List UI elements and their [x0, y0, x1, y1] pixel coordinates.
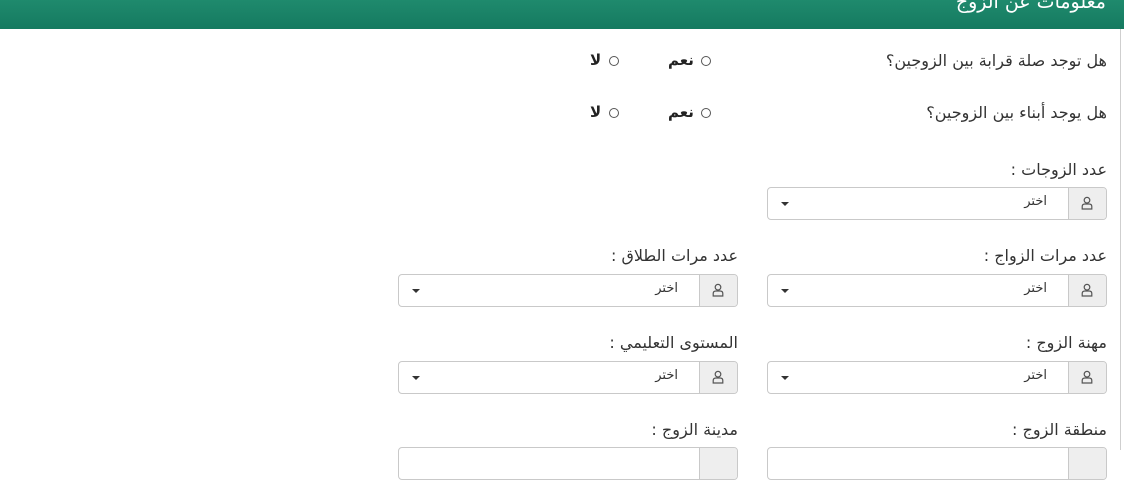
kinship-no-label[interactable]: لا [590, 51, 601, 69]
divorces-count-select[interactable]: اختر [398, 274, 738, 307]
husband-city-select[interactable] [398, 447, 738, 480]
question-kinship-label: هل توجد صلة قرابة بين الزوجين؟ [885, 51, 1107, 70]
divorces-count-value: اختر [655, 281, 678, 296]
education-level-select[interactable]: اختر [398, 361, 738, 394]
caret-down-icon [781, 376, 789, 380]
user-icon [699, 362, 737, 393]
children-yes-radio-icon[interactable] [701, 108, 711, 118]
caret-down-icon [412, 376, 420, 380]
marriages-count-label: عدد مرات الزواج : [983, 246, 1107, 265]
user-icon [1068, 362, 1106, 393]
marriages-count-value: اختر [1024, 281, 1047, 296]
education-level-label: المستوى التعليمي : [609, 333, 738, 352]
user-icon [1068, 448, 1106, 479]
kinship-yes-label[interactable]: نعم [668, 51, 694, 69]
user-icon [699, 275, 737, 306]
children-no-radio-icon[interactable] [609, 108, 619, 118]
husband-region-label: منطقة الزوج : [1012, 420, 1107, 439]
husband-job-select[interactable]: اختر [767, 361, 1107, 394]
user-icon [1068, 188, 1106, 219]
husband-region-select[interactable] [767, 447, 1107, 480]
caret-down-icon [781, 202, 789, 206]
caret-down-icon [781, 289, 789, 293]
husband-job-label: مهنة الزوج : [1025, 333, 1107, 352]
panel-border [1120, 29, 1121, 450]
wives-count-label: عدد الزوجات : [1010, 160, 1107, 179]
wives-count-select[interactable]: اختر [767, 187, 1107, 220]
user-icon [1068, 275, 1106, 306]
husband-city-label: مدينة الزوج : [651, 420, 738, 439]
caret-down-icon [412, 289, 420, 293]
children-no-label[interactable]: لا [590, 103, 601, 121]
user-icon [699, 448, 737, 479]
wives-count-value: اختر [1024, 194, 1047, 209]
kinship-no-radio-icon[interactable] [609, 56, 619, 66]
education-level-value: اختر [655, 368, 678, 383]
question-children-label: هل يوجد أبناء بين الزوجين؟ [926, 103, 1107, 122]
section-title: معلومات عن الزوج [955, 0, 1106, 13]
divorces-count-label: عدد مرات الطلاق : [610, 246, 738, 265]
children-yes-label[interactable]: نعم [668, 103, 694, 121]
section-header: معلومات عن الزوج [0, 0, 1124, 29]
marriages-count-select[interactable]: اختر [767, 274, 1107, 307]
husband-job-value: اختر [1024, 368, 1047, 383]
kinship-yes-radio-icon[interactable] [701, 56, 711, 66]
